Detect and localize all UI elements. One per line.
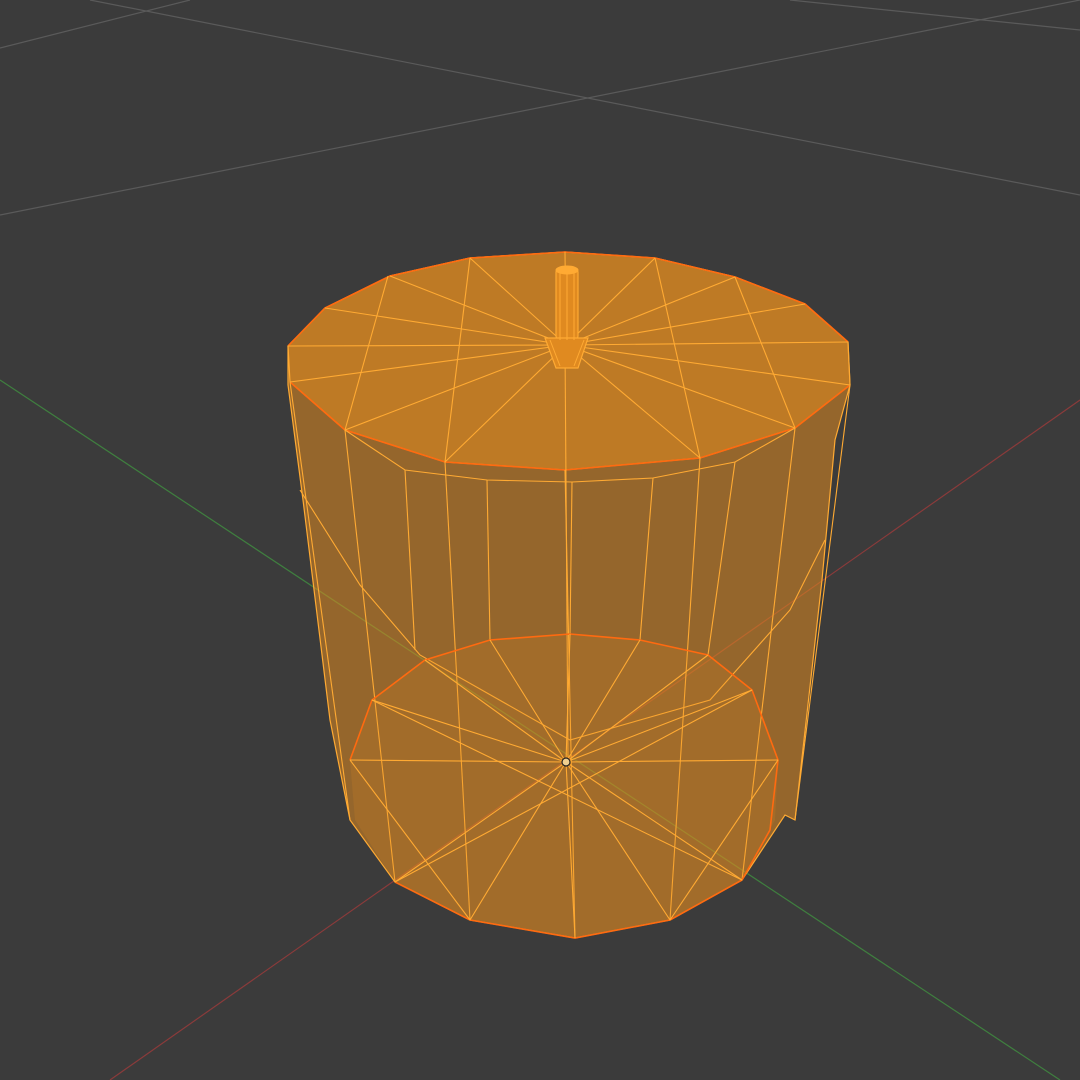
mesh-object[interactable]	[287, 251, 851, 939]
3d-viewport[interactable]	[0, 0, 1080, 1080]
origin-dot-icon	[561, 757, 571, 767]
viewport-canvas[interactable]	[0, 0, 1080, 1080]
